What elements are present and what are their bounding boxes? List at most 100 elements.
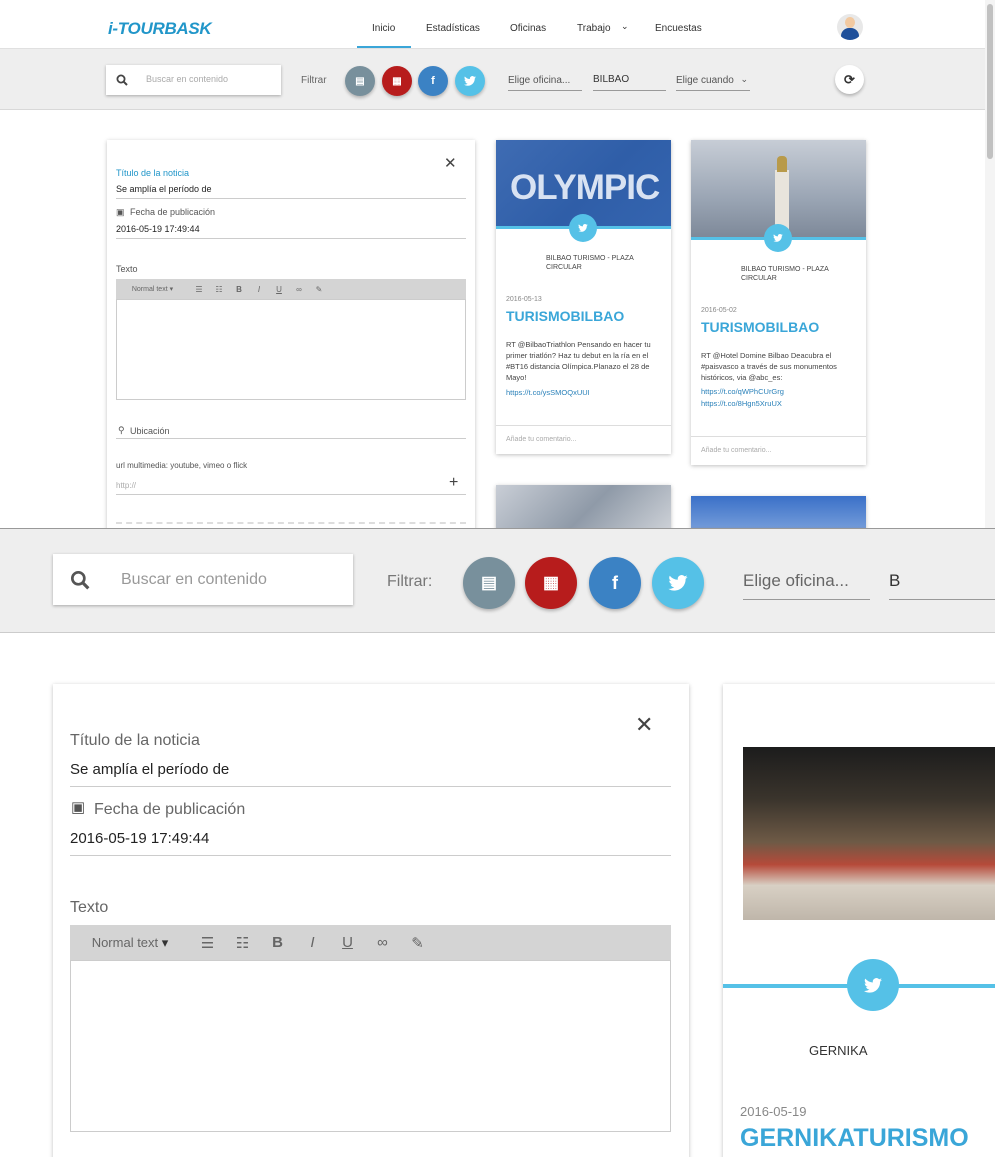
- nav-oficinas[interactable]: Oficinas: [510, 23, 546, 34]
- newspaper-icon: ▤: [355, 75, 365, 87]
- comment-input[interactable]: Añade tu comentario...: [506, 435, 576, 444]
- date-input[interactable]: 2016-05-19 17:49:44: [116, 224, 200, 234]
- location-pin-icon: ⚲: [118, 425, 125, 435]
- card-image: [743, 747, 995, 920]
- card-source: BILBAO TURISMO - PLAZA CIRCULAR: [546, 255, 634, 271]
- search-icon: [116, 74, 128, 86]
- pencil-icon[interactable]: ✎: [400, 934, 435, 952]
- zoomed-view: Buscar en contenido Filtrar: ▤ ▦ f Elige…: [0, 528, 995, 1157]
- nav-trabajo[interactable]: Trabajo: [577, 23, 611, 34]
- search-input[interactable]: Buscar en contenido: [146, 74, 228, 84]
- filter-facebook-button[interactable]: f: [589, 557, 641, 609]
- twitter-icon: [464, 76, 476, 86]
- twitter-icon: [668, 575, 688, 591]
- card-source: GERNIKA: [809, 1043, 868, 1058]
- facebook-icon: f: [612, 572, 618, 593]
- calendar-icon: ▣: [71, 799, 86, 816]
- title-input[interactable]: Se amplía el período de: [116, 184, 212, 194]
- office-select[interactable]: Elige oficina...: [508, 75, 582, 91]
- filter-news-button[interactable]: ▤: [345, 66, 375, 96]
- italic-icon[interactable]: I: [249, 285, 269, 294]
- date-input[interactable]: 2016-05-19 17:49:44: [70, 830, 209, 847]
- nav-inicio[interactable]: Inicio: [372, 23, 396, 48]
- card-text: RT @Hotel Domine Bilbao Deacubra el #pai…: [701, 351, 837, 382]
- search-input[interactable]: Buscar en contenido: [121, 571, 267, 589]
- italic-icon[interactable]: I: [295, 934, 330, 951]
- filter-label: Filtrar:: [387, 573, 433, 590]
- tweet-card[interactable]: BILBAO TURISMO - PLAZA CIRCULAR 2016-05-…: [691, 140, 866, 465]
- search-box[interactable]: Buscar en contenido: [53, 554, 353, 605]
- tweet-card[interactable]: [496, 485, 671, 528]
- twitter-icon: [764, 224, 792, 252]
- filter-toolbar-zoom: Buscar en contenido Filtrar: ▤ ▦ f Elige…: [0, 529, 995, 633]
- bold-icon[interactable]: B: [229, 285, 249, 294]
- numbered-list-icon[interactable]: ☷: [209, 285, 229, 294]
- card-link[interactable]: https://t.co/8Hgn5XruUX: [701, 399, 782, 408]
- comment-input[interactable]: Añade tu comentario...: [701, 446, 771, 455]
- refresh-button[interactable]: ⟳: [835, 65, 864, 94]
- title-label: Título de la noticia: [116, 168, 190, 178]
- bold-icon[interactable]: B: [260, 934, 295, 951]
- card-link[interactable]: https://t.co/qWPhCUrGrg: [701, 387, 784, 396]
- title-input[interactable]: Se amplía el período de: [70, 761, 229, 778]
- filter-events-button[interactable]: ▦: [525, 557, 577, 609]
- close-icon[interactable]: ✕: [635, 712, 653, 738]
- media-label: url multimedia: youtube, vimeo o flick: [116, 461, 248, 470]
- user-avatar[interactable]: [837, 14, 863, 40]
- tweet-card[interactable]: GERNIKA 2016-05-19 GERNIKATURISMO: [723, 684, 995, 1157]
- chevron-down-icon[interactable]: ⌄: [621, 21, 629, 32]
- filter-twitter-button[interactable]: [652, 557, 704, 609]
- tweet-card[interactable]: OLYMPIC BILBAO TURISMO - PLAZA CIRCULAR …: [496, 140, 671, 454]
- filter-news-button[interactable]: ▤: [463, 557, 515, 609]
- office-value-field[interactable]: B: [889, 571, 995, 600]
- pencil-icon[interactable]: ✎: [309, 285, 329, 294]
- tweet-card[interactable]: [691, 496, 866, 528]
- filter-label: Filtrar: [301, 75, 327, 86]
- underline-icon[interactable]: U: [330, 934, 365, 951]
- card-date: 2016-05-02: [701, 307, 737, 314]
- text-editor-area[interactable]: [70, 960, 671, 1132]
- title-label: Título de la noticia: [70, 732, 200, 749]
- office-select[interactable]: Elige oficina...: [743, 571, 870, 600]
- date-label: Fecha de publicación: [94, 801, 246, 818]
- card-text: RT @BilbaoTriathlon Pensando en hacer tu…: [506, 340, 651, 382]
- text-label: Texto: [116, 264, 138, 274]
- filter-events-button[interactable]: ▦: [382, 66, 412, 96]
- twitter-icon: [847, 959, 899, 1011]
- card-author[interactable]: TURISMOBILBAO: [701, 319, 819, 335]
- close-icon[interactable]: ✕: [444, 154, 457, 172]
- editor-toolbar: Normal text ▾ ☰ ☷ B I U ∞ ✎: [116, 279, 466, 299]
- bullet-list-icon[interactable]: ☰: [190, 934, 225, 952]
- card-link[interactable]: https://t.co/ysSMOQxUUI: [506, 388, 590, 397]
- filter-toolbar: Buscar en contenido Filtrar ▤ ▦ f Elige …: [0, 49, 985, 110]
- office-value-field[interactable]: BILBAO: [593, 74, 666, 91]
- add-icon[interactable]: +: [449, 474, 458, 492]
- link-icon[interactable]: ∞: [289, 285, 309, 294]
- calendar-icon: ▦: [392, 75, 402, 87]
- chevron-down-icon: ⌄: [740, 74, 748, 84]
- filter-facebook-button[interactable]: f: [418, 66, 448, 96]
- top-header: i-TOURBASK Inicio Estadísticas Oficinas …: [0, 0, 985, 49]
- media-url-input[interactable]: http://: [116, 481, 136, 490]
- card-date: 2016-05-13: [506, 296, 542, 303]
- card-author[interactable]: GERNIKATURISMO: [740, 1124, 969, 1153]
- numbered-list-icon[interactable]: ☷: [225, 934, 260, 952]
- editor-toolbar: Normal text ▾ ☰ ☷ B I U ∞ ✎: [70, 925, 671, 960]
- link-icon[interactable]: ∞: [365, 934, 400, 951]
- nav-encuestas[interactable]: Encuestas: [655, 23, 702, 34]
- when-select[interactable]: Elige cuando ⌄: [676, 74, 750, 91]
- card-author[interactable]: TURISMOBILBAO: [506, 308, 624, 324]
- underline-icon[interactable]: U: [269, 285, 289, 294]
- format-select[interactable]: Normal text ▾: [116, 285, 189, 293]
- format-select[interactable]: Normal text ▾: [70, 935, 190, 951]
- search-box[interactable]: Buscar en contenido: [106, 65, 281, 95]
- calendar-icon: ▦: [542, 573, 560, 592]
- news-form-card: ✕ Título de la noticia Se amplía el perí…: [53, 684, 689, 1157]
- scrollbar[interactable]: [985, 0, 995, 528]
- app-logo[interactable]: i-TOURBASK: [108, 19, 212, 39]
- filter-twitter-button[interactable]: [455, 66, 485, 96]
- calendar-icon: ▣: [116, 207, 125, 217]
- bullet-list-icon[interactable]: ☰: [189, 285, 209, 294]
- text-editor-area[interactable]: [116, 299, 466, 400]
- nav-estadisticas[interactable]: Estadísticas: [426, 23, 480, 34]
